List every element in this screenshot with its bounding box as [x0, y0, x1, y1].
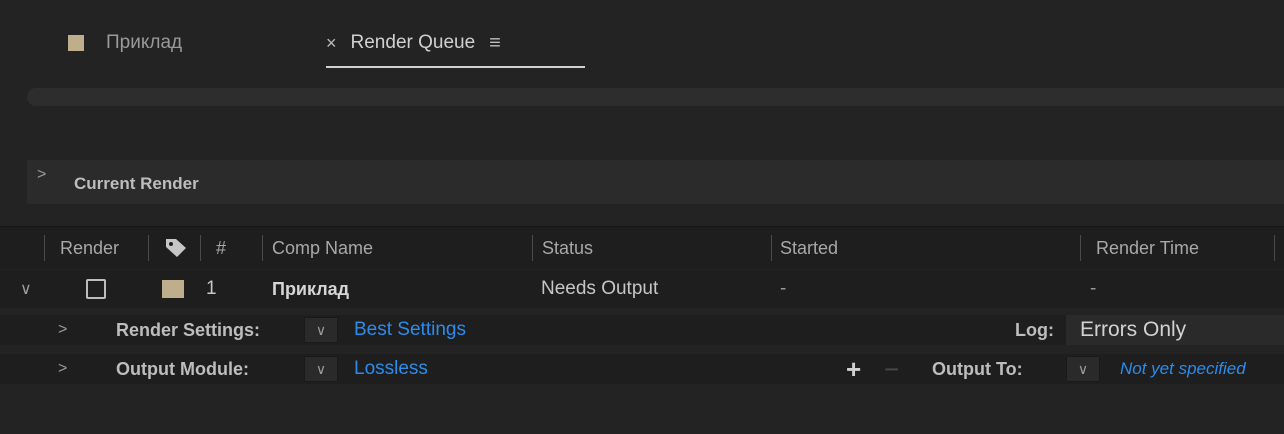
- output-to-dropdown[interactable]: ∨: [1066, 356, 1100, 382]
- column-separator[interactable]: [532, 235, 533, 261]
- column-separator[interactable]: [262, 235, 263, 261]
- output-module-value[interactable]: Lossless: [354, 354, 428, 384]
- tab-composition-label: Приклад: [106, 32, 183, 53]
- item-comp-name[interactable]: Приклад: [272, 270, 349, 308]
- item-number: 1: [206, 278, 217, 299]
- chevron-right-icon[interactable]: >: [58, 354, 67, 384]
- current-render-label: Current Render: [74, 174, 199, 193]
- render-settings-row: > Render Settings: ∨ Best Settings Log: …: [0, 315, 1284, 345]
- hamburger-menu-icon[interactable]: ≡: [489, 32, 501, 55]
- label-tag-icon[interactable]: [164, 227, 188, 269]
- column-separator[interactable]: [771, 235, 772, 261]
- col-number[interactable]: #: [216, 227, 226, 269]
- col-render[interactable]: Render: [60, 227, 119, 269]
- chevron-down-icon: ∨: [315, 321, 327, 338]
- current-render-panel: > Current Render: [27, 160, 1284, 204]
- render-settings-label: Render Settings:: [116, 319, 261, 340]
- add-output-module-button[interactable]: +: [846, 354, 861, 384]
- item-color-swatch-icon[interactable]: [162, 270, 184, 308]
- remove-output-module-button[interactable]: −: [884, 354, 899, 384]
- render-queue-item[interactable]: ∨ 1 Приклад Needs Output - -: [0, 270, 1284, 308]
- log-label: Log:: [1015, 319, 1054, 340]
- chevron-right-icon[interactable]: >: [37, 166, 46, 184]
- tab-render-queue-label: Render Queue: [350, 32, 476, 53]
- col-status[interactable]: Status: [542, 227, 593, 269]
- panel-tab-bar: Приклад × Render Queue ≡: [0, 0, 1284, 86]
- tab-composition[interactable]: Приклад: [68, 28, 182, 58]
- active-tab-underline: [326, 66, 585, 68]
- column-separator[interactable]: [1080, 235, 1081, 261]
- chevron-down-icon: ∨: [1077, 360, 1089, 377]
- col-started[interactable]: Started: [780, 227, 838, 269]
- column-separator[interactable]: [1274, 235, 1275, 261]
- render-settings-value[interactable]: Best Settings: [354, 315, 466, 345]
- col-render-time[interactable]: Render Time: [1096, 227, 1199, 269]
- render-settings-dropdown[interactable]: ∨: [304, 317, 338, 343]
- item-render-time: -: [1090, 278, 1097, 299]
- output-module-label: Output Module:: [116, 358, 249, 379]
- render-checkbox[interactable]: [86, 270, 106, 308]
- column-separator[interactable]: [44, 235, 45, 261]
- item-started: -: [780, 278, 787, 299]
- chevron-right-icon[interactable]: >: [58, 315, 67, 345]
- col-comp-name[interactable]: Comp Name: [272, 227, 373, 269]
- render-progress-bar: [27, 88, 1284, 106]
- composition-color-swatch-icon: [68, 35, 84, 51]
- log-dropdown[interactable]: Errors Only: [1066, 315, 1284, 345]
- output-to-value[interactable]: Not yet specified: [1120, 354, 1246, 384]
- column-separator[interactable]: [200, 235, 201, 261]
- render-queue-header: Render # Comp Name Status Started Render…: [0, 226, 1284, 269]
- tab-render-queue[interactable]: × Render Queue ≡: [326, 28, 501, 58]
- output-to-label: Output To:: [932, 358, 1023, 379]
- chevron-down-icon[interactable]: ∨: [20, 270, 32, 308]
- output-module-dropdown[interactable]: ∨: [304, 356, 338, 382]
- item-status: Needs Output: [541, 278, 659, 299]
- output-module-row: > Output Module: ∨ Lossless + − Output T…: [0, 354, 1284, 384]
- close-icon[interactable]: ×: [326, 33, 337, 54]
- column-separator[interactable]: [148, 235, 149, 261]
- chevron-down-icon: ∨: [315, 360, 327, 377]
